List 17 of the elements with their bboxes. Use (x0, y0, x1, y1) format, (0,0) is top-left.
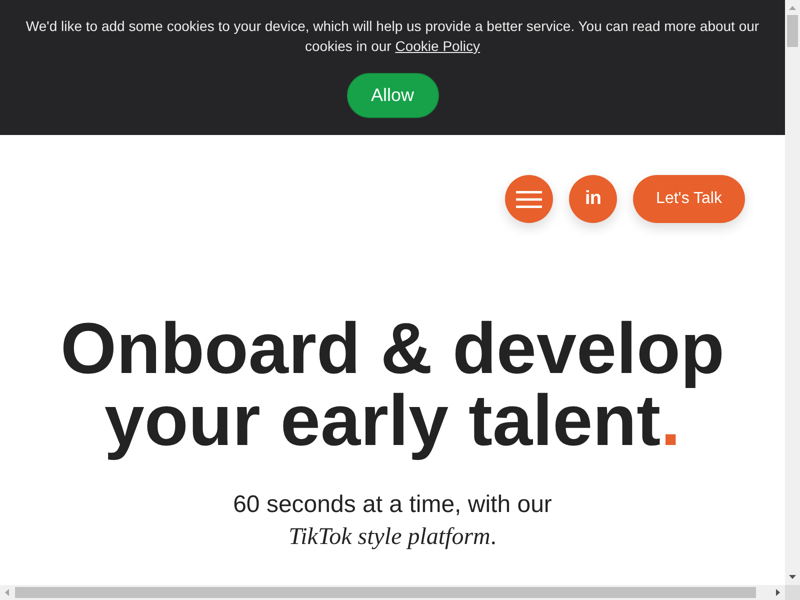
scroll-up-icon[interactable] (789, 6, 796, 10)
scrollbar-thumb[interactable] (15, 587, 756, 598)
scroll-right-icon[interactable] (776, 589, 780, 596)
social-button[interactable]: in (569, 175, 617, 223)
allow-button[interactable]: Allow (346, 73, 438, 118)
scrollbar-corner (785, 585, 800, 600)
scrollbar-thumb[interactable] (787, 15, 798, 47)
cookie-policy-link[interactable]: Cookie Policy (395, 38, 480, 54)
cookie-message: We'd like to add some cookies to your device, which will help us provide a better service. You can read more about our cookies in our Cookie Policy (24, 17, 760, 56)
menu-icon (516, 190, 542, 208)
menu-button[interactable] (505, 175, 553, 223)
horizontal-scrollbar[interactable] (0, 585, 785, 600)
contact-button[interactable]: Let's Talk (633, 175, 745, 223)
subtitle: 60 seconds at a time, with our TikTok style platform. (232, 490, 553, 552)
scroll-left-icon[interactable] (5, 589, 9, 596)
vertical-scrollbar[interactable] (785, 0, 800, 585)
scroll-down-icon[interactable] (789, 575, 796, 579)
